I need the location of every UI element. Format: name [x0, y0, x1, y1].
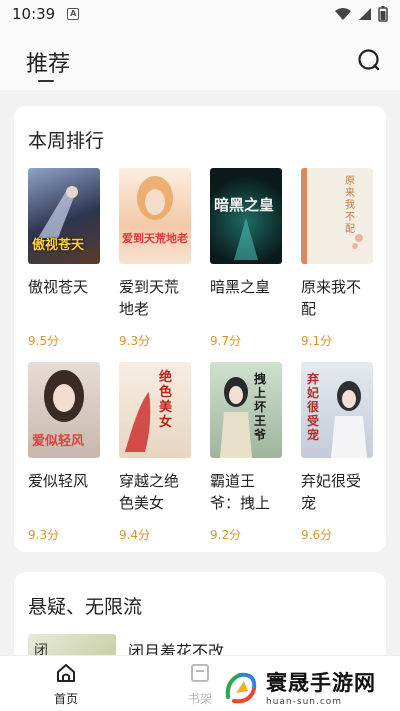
- book-title: 爱到天荒地老: [119, 278, 180, 318]
- book-cover: 绝色美女: [119, 362, 191, 458]
- home-icon: [57, 664, 75, 682]
- title-underline: [38, 80, 54, 82]
- notification-icon: A: [67, 8, 80, 20]
- book-title: 傲视苍天: [28, 278, 89, 296]
- cover-flower-icon: [352, 234, 363, 249]
- book-item[interactable]: 暗黑之皇 暗黑之皇 9.7分: [210, 168, 284, 349]
- watermark-url: huan-sun.com: [266, 697, 343, 707]
- status-icons: [334, 6, 388, 22]
- book-cover: 弃妃很受宠: [301, 362, 373, 458]
- cover-title: 拽上坏王爷: [254, 372, 267, 442]
- watermark: 寰晟手游网 huan-sun.com: [222, 664, 400, 710]
- book-title: 弃妃很受宠: [301, 472, 362, 512]
- book-score: 9.7分: [210, 334, 242, 348]
- book-score: 9.1分: [301, 334, 333, 348]
- book-score: 9.3分: [28, 528, 60, 542]
- book-item[interactable]: 爱到天荒地老 爱到天荒地老 9.3分: [119, 168, 193, 349]
- cover-figure-icon: [137, 176, 173, 220]
- search-icon: [358, 49, 380, 71]
- cover-title: 弃妃很受宠: [307, 372, 320, 442]
- watermark-name: 寰晟手游网: [266, 670, 376, 695]
- cover-figure-icon: [125, 392, 151, 452]
- book-score: 9.3分: [119, 334, 151, 348]
- book-title: 霸道王爷：拽上: [210, 472, 271, 512]
- book-item[interactable]: 傲视苍天 傲视苍天 9.5分: [28, 168, 102, 349]
- book-title: 暗黑之皇: [210, 278, 271, 296]
- status-bar: 10:39 A: [0, 0, 400, 28]
- cover-figure-icon: [220, 377, 252, 458]
- watermark-logo-icon: [222, 667, 262, 707]
- book-cover: 爱到天荒地老: [119, 168, 191, 264]
- book-score: 9.5分: [28, 334, 60, 348]
- book-title: 穿越之绝色美女: [119, 472, 180, 512]
- cover-title: 爱到天荒地老: [122, 232, 188, 245]
- book-score: 9.2分: [210, 528, 242, 542]
- cover-title: 绝色美女: [159, 370, 173, 430]
- page-title: 推荐: [26, 52, 71, 77]
- book-cover: 原来我不配: [301, 168, 373, 264]
- cover-title: 傲视苍天: [32, 238, 85, 253]
- section-title-suspense: 悬疑、无限流: [28, 596, 143, 618]
- signal-icon: [359, 8, 371, 20]
- book-cover: 傲视苍天: [28, 168, 100, 264]
- book-score: 9.6分: [301, 528, 333, 542]
- nav-bookshelf[interactable]: 书架: [180, 662, 220, 707]
- book-cover: 拽上坏王爷: [210, 362, 282, 458]
- nav-home-label: 首页: [53, 692, 78, 706]
- book-item[interactable]: 原来我不配 原来我不配 9.1分: [301, 168, 375, 349]
- cover-title: 爱似轻风: [32, 434, 85, 449]
- section-title-ranking: 本周排行: [28, 130, 105, 152]
- nav-home[interactable]: 首页: [46, 662, 86, 707]
- cover-figure-icon: [234, 218, 258, 260]
- app-header: 推荐: [0, 28, 400, 90]
- watermark-text: 寰晟手游网 huan-sun.com: [266, 667, 376, 707]
- search-button[interactable]: [356, 47, 382, 73]
- bookshelf-icon: [191, 664, 209, 682]
- book-item[interactable]: 爱似轻风 爱似轻风 9.3分: [28, 362, 102, 543]
- book-cover: 爱似轻风: [28, 362, 100, 458]
- book-item[interactable]: 绝色美女 穿越之绝色美女 9.4分: [119, 362, 193, 543]
- book-item[interactable]: 拽上坏王爷 霸道王爷：拽上 9.2分: [210, 362, 284, 543]
- weekly-ranking-card: 本周排行 傲视苍天 傲视苍天 9.5分 爱到天荒地老 爱到天荒地老 9.3分 暗…: [14, 106, 386, 552]
- status-time: 10:39: [12, 5, 56, 23]
- book-score: 9.4分: [119, 528, 151, 542]
- book-title: 原来我不配: [301, 278, 362, 318]
- battery-icon: [378, 6, 388, 22]
- nav-bookshelf-label: 书架: [187, 692, 212, 706]
- book-cover: 暗黑之皇: [210, 168, 282, 264]
- book-item[interactable]: 弃妃很受宠 弃妃很受宠 9.6分: [301, 362, 375, 543]
- wifi-icon: [335, 8, 351, 20]
- book-title: 爱似轻风: [28, 472, 89, 490]
